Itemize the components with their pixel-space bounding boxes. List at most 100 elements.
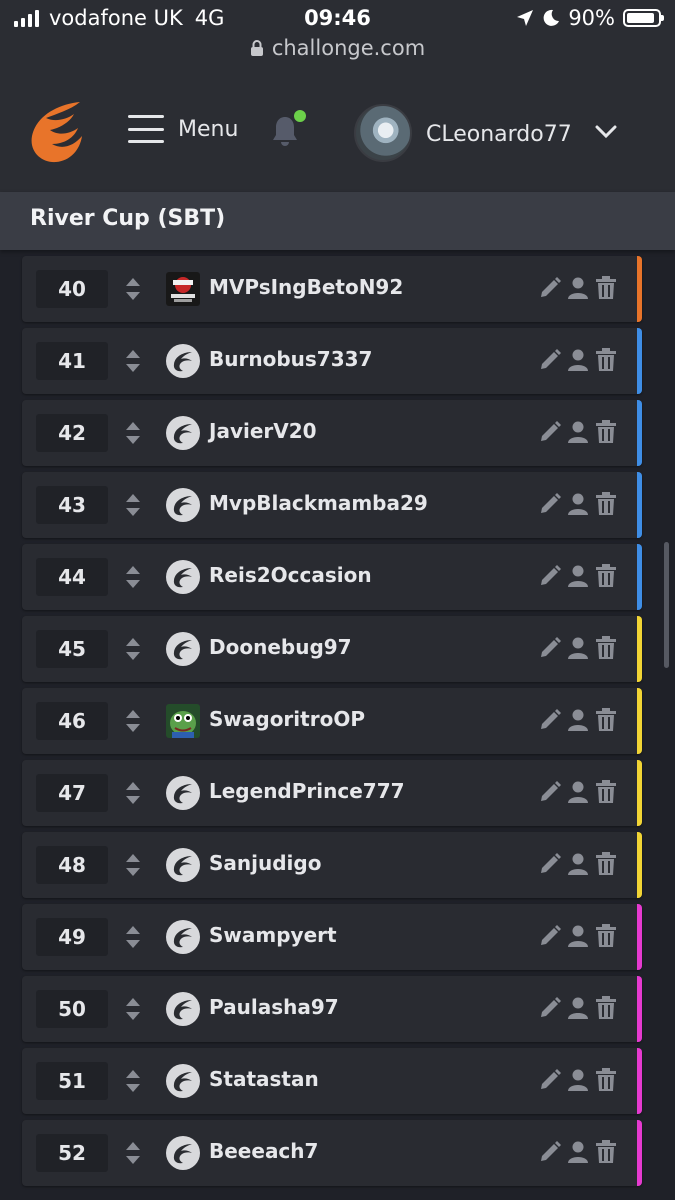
participant-name[interactable]: Paulasha97 [209, 995, 339, 1019]
trash-icon[interactable] [594, 1068, 618, 1092]
edit-icon[interactable] [538, 924, 562, 948]
seed-number[interactable]: 42 [36, 414, 108, 452]
seed-number[interactable]: 48 [36, 846, 108, 884]
trash-icon[interactable] [594, 852, 618, 876]
drag-handle-icon[interactable] [124, 277, 142, 301]
edit-icon[interactable] [538, 276, 562, 300]
trash-icon[interactable] [594, 564, 618, 588]
trash-icon[interactable] [594, 708, 618, 732]
address-bar[interactable]: challonge.com [0, 36, 675, 60]
participant-row[interactable]: 52 Beeeach7 [22, 1120, 642, 1186]
user-icon[interactable] [566, 276, 590, 300]
participant-row[interactable]: 43 MvpBlackmamba29 [22, 472, 642, 538]
participant-name[interactable]: Burnobus7337 [209, 347, 372, 371]
trash-icon[interactable] [594, 780, 618, 804]
user-icon[interactable] [566, 924, 590, 948]
challonge-logo-icon[interactable] [28, 100, 86, 164]
user-icon[interactable] [566, 420, 590, 444]
seed-number[interactable]: 40 [36, 270, 108, 308]
notifications-button[interactable] [270, 110, 306, 148]
participant-name[interactable]: MVPsIngBetoN92 [209, 275, 403, 299]
participant-name[interactable]: Reis2Occasion [209, 563, 372, 587]
user-icon[interactable] [566, 852, 590, 876]
participant-name[interactable]: LegendPrince777 [209, 779, 405, 803]
user-icon[interactable] [566, 1068, 590, 1092]
user-icon[interactable] [566, 780, 590, 804]
user-icon[interactable] [566, 708, 590, 732]
drag-handle-icon[interactable] [124, 709, 142, 733]
chevron-down-icon[interactable] [594, 122, 618, 142]
participant-row[interactable]: 49 Swampyert [22, 904, 642, 970]
participant-row[interactable]: 46 SwagoritroOP [22, 688, 642, 754]
drag-handle-icon[interactable] [124, 637, 142, 661]
participant-row[interactable]: 51 Statastan [22, 1048, 642, 1114]
drag-handle-icon[interactable] [124, 1069, 142, 1093]
drag-handle-icon[interactable] [124, 997, 142, 1021]
edit-icon[interactable] [538, 564, 562, 588]
trash-icon[interactable] [594, 276, 618, 300]
edit-icon[interactable] [538, 636, 562, 660]
participant-name[interactable]: Statastan [209, 1067, 319, 1091]
participant-row[interactable]: 50 Paulasha97 [22, 976, 642, 1042]
drag-handle-icon[interactable] [124, 925, 142, 949]
edit-icon[interactable] [538, 348, 562, 372]
participant-name[interactable]: Sanjudigo [209, 851, 321, 875]
scrollbar[interactable] [664, 542, 669, 668]
trash-icon[interactable] [594, 636, 618, 660]
user-icon[interactable] [566, 996, 590, 1020]
seed-number[interactable]: 52 [36, 1134, 108, 1172]
seed-number[interactable]: 49 [36, 918, 108, 956]
drag-handle-icon[interactable] [124, 493, 142, 517]
seed-number[interactable]: 43 [36, 486, 108, 524]
participant-row[interactable]: 48 Sanjudigo [22, 832, 642, 898]
edit-icon[interactable] [538, 1068, 562, 1092]
seed-number[interactable]: 47 [36, 774, 108, 812]
participant-row[interactable]: 41 Burnobus7337 [22, 328, 642, 394]
participant-row[interactable]: 44 Reis2Occasion [22, 544, 642, 610]
user-icon[interactable] [566, 1140, 590, 1164]
trash-icon[interactable] [594, 1140, 618, 1164]
user-icon[interactable] [566, 348, 590, 372]
username[interactable]: CLeonardo77 [426, 122, 572, 147]
edit-icon[interactable] [538, 420, 562, 444]
drag-handle-icon[interactable] [124, 565, 142, 589]
trash-icon[interactable] [594, 420, 618, 444]
seed-number[interactable]: 51 [36, 1062, 108, 1100]
participant-name[interactable]: Doonebug97 [209, 635, 352, 659]
participant-name[interactable]: Beeeach7 [209, 1139, 318, 1163]
drag-handle-icon[interactable] [124, 781, 142, 805]
edit-icon[interactable] [538, 492, 562, 516]
user-avatar[interactable] [354, 104, 412, 162]
participant-name[interactable]: JavierV20 [209, 419, 317, 443]
menu-button[interactable]: Menu [128, 115, 238, 143]
user-icon[interactable] [566, 492, 590, 516]
trash-icon[interactable] [594, 492, 618, 516]
edit-icon[interactable] [538, 708, 562, 732]
participant-row[interactable]: 45 Doonebug97 [22, 616, 642, 682]
drag-handle-icon[interactable] [124, 421, 142, 445]
drag-handle-icon[interactable] [124, 853, 142, 877]
participant-row[interactable]: 42 JavierV20 [22, 400, 642, 466]
participant-name[interactable]: MvpBlackmamba29 [209, 491, 428, 515]
seed-number[interactable]: 46 [36, 702, 108, 740]
participant-name[interactable]: Swampyert [209, 923, 337, 947]
drag-handle-icon[interactable] [124, 1141, 142, 1165]
seed-number[interactable]: 45 [36, 630, 108, 668]
edit-icon[interactable] [538, 780, 562, 804]
seed-number[interactable]: 44 [36, 558, 108, 596]
edit-icon[interactable] [538, 852, 562, 876]
participant-name[interactable]: SwagoritroOP [209, 707, 365, 731]
user-icon[interactable] [566, 564, 590, 588]
edit-icon[interactable] [538, 1140, 562, 1164]
trash-icon[interactable] [594, 348, 618, 372]
drag-handle-icon[interactable] [124, 349, 142, 373]
seed-number[interactable]: 50 [36, 990, 108, 1028]
notification-dot [294, 110, 306, 122]
seed-number[interactable]: 41 [36, 342, 108, 380]
trash-icon[interactable] [594, 924, 618, 948]
participant-row[interactable]: 40 MVPsIngBetoN92 [22, 256, 642, 322]
participant-row[interactable]: 47 LegendPrince777 [22, 760, 642, 826]
edit-icon[interactable] [538, 996, 562, 1020]
user-icon[interactable] [566, 636, 590, 660]
trash-icon[interactable] [594, 996, 618, 1020]
